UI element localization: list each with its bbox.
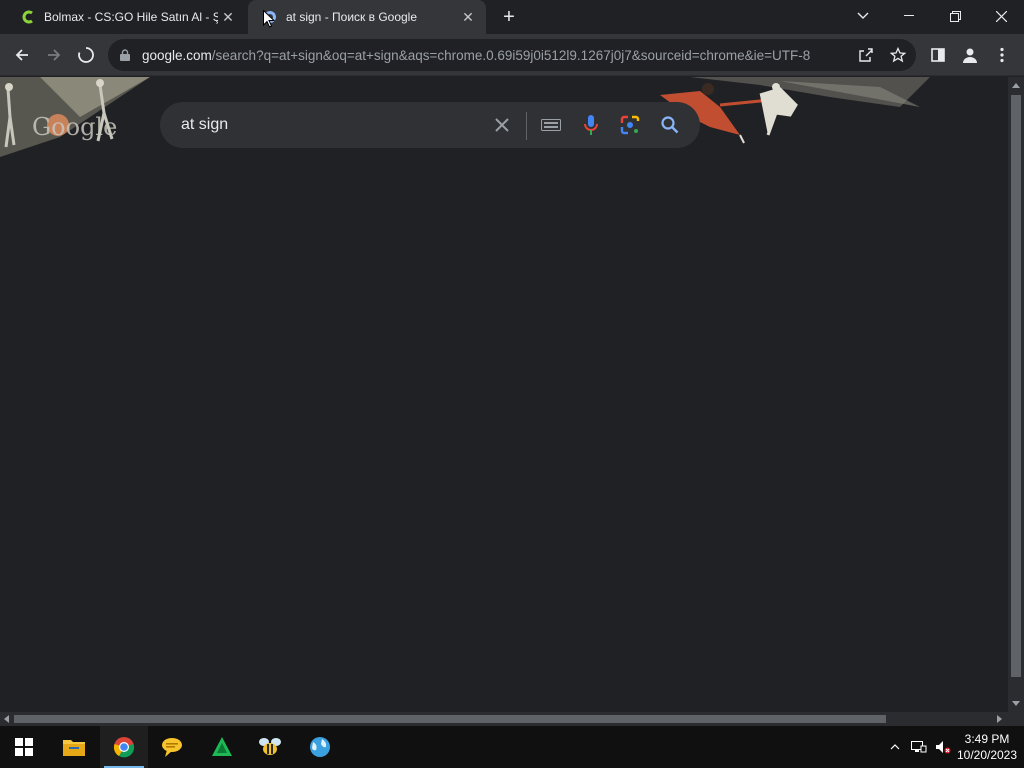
show-hidden-icons-chevron[interactable]: [884, 726, 906, 768]
google-lens-icon[interactable]: [618, 113, 642, 137]
close-tab-icon[interactable]: ✕: [218, 7, 238, 27]
search-results-page: Google at sign: [0, 77, 1008, 712]
tab-search-icon[interactable]: [840, 0, 886, 32]
system-clock[interactable]: 3:49 PM 10/20/2023: [956, 731, 1018, 763]
clear-search-icon[interactable]: [490, 113, 514, 137]
doodle-logo-text: Google: [32, 113, 117, 141]
clock-date: 10/20/2023: [956, 748, 1018, 762]
search-box[interactable]: at sign: [160, 102, 700, 148]
url-path: /search?q=at+sign&oq=at+sign&aqs=chrome.…: [211, 47, 811, 63]
forward-arrow-icon[interactable]: [40, 41, 68, 69]
restore-button[interactable]: [932, 0, 978, 32]
chat-app-button[interactable]: [148, 726, 196, 768]
address-bar[interactable]: google.com/search?q=at+sign&oq=at+sign&a…: [108, 39, 916, 71]
file-explorer-button[interactable]: [50, 726, 98, 768]
bolmax-logo-icon: [20, 9, 36, 25]
keyboard-icon[interactable]: [539, 113, 563, 137]
close-window-button[interactable]: [978, 0, 1024, 32]
windows-start-button[interactable]: [0, 726, 48, 768]
stop-loading-icon[interactable]: [72, 41, 100, 69]
tab-title: Bolmax - CS:GO Hile Satın Al - Şi: [44, 10, 218, 24]
windows-taskbar: 3:49 PM 10/20/2023: [0, 726, 1024, 768]
tab-bolmax[interactable]: Bolmax - CS:GO Hile Satın Al - Şi ✕: [8, 0, 246, 34]
scroll-down-arrow-icon[interactable]: [1012, 701, 1020, 706]
globe-icon: [310, 737, 330, 757]
scrollbar-corner: [1008, 712, 1024, 726]
horizontal-scroll-thumb[interactable]: [14, 715, 886, 723]
scroll-up-arrow-icon[interactable]: [1012, 83, 1020, 88]
globe-app-button[interactable]: [296, 726, 344, 768]
green-triangle-icon: [212, 737, 232, 756]
back-arrow-icon[interactable]: [8, 41, 36, 69]
browser-toolbar: google.com/search?q=at+sign&oq=at+sign&a…: [0, 34, 1024, 76]
close-tab-icon[interactable]: ✕: [458, 7, 478, 27]
search-divider: [526, 112, 527, 140]
profile-avatar-icon[interactable]: [956, 41, 984, 69]
side-panel-icon[interactable]: [924, 41, 952, 69]
bookmark-star-icon[interactable]: [886, 43, 910, 67]
network-icon[interactable]: [908, 726, 930, 768]
scroll-left-arrow-icon[interactable]: [4, 715, 9, 723]
search-icon[interactable]: [658, 113, 682, 137]
clock-time: 3:49 PM: [964, 732, 1010, 746]
green-triangle-app-button[interactable]: [198, 726, 246, 768]
share-icon[interactable]: [854, 43, 878, 67]
windows-logo-icon: [15, 738, 33, 756]
vertical-scroll-thumb[interactable]: [1011, 95, 1021, 677]
chrome-icon: [113, 737, 135, 758]
kebab-menu-icon[interactable]: [988, 41, 1016, 69]
scroll-right-arrow-icon[interactable]: [997, 715, 1002, 723]
url-text[interactable]: google.com/search?q=at+sign&oq=at+sign&a…: [142, 48, 847, 63]
chrome-taskbar-button[interactable]: [100, 726, 148, 768]
bee-app-button[interactable]: [246, 726, 294, 768]
microphone-icon[interactable]: [579, 113, 603, 137]
url-domain: google.com: [142, 47, 212, 63]
volume-muted-icon[interactable]: [932, 726, 954, 768]
bee-icon: [259, 738, 281, 755]
vertical-scrollbar[interactable]: [1008, 77, 1024, 712]
new-tab-button[interactable]: +: [498, 6, 520, 28]
tab-title: at sign - Поиск в Google: [286, 10, 418, 24]
lock-icon[interactable]: [108, 49, 142, 61]
screen: Bolmax - CS:GO Hile Satın Al - Şi ✕ at s…: [0, 0, 1024, 768]
tab-google-search[interactable]: at sign - Поиск в Google ✕: [248, 0, 486, 34]
horizontal-scrollbar[interactable]: [0, 712, 1008, 726]
tab-strip: Bolmax - CS:GO Hile Satın Al - Şi ✕ at s…: [0, 0, 1024, 34]
minimize-button[interactable]: [886, 0, 932, 32]
mouse-cursor-icon: [263, 10, 275, 28]
search-input[interactable]: at sign: [181, 116, 228, 134]
speech-bubble-icon: [162, 738, 182, 757]
folder-icon: [63, 740, 85, 756]
